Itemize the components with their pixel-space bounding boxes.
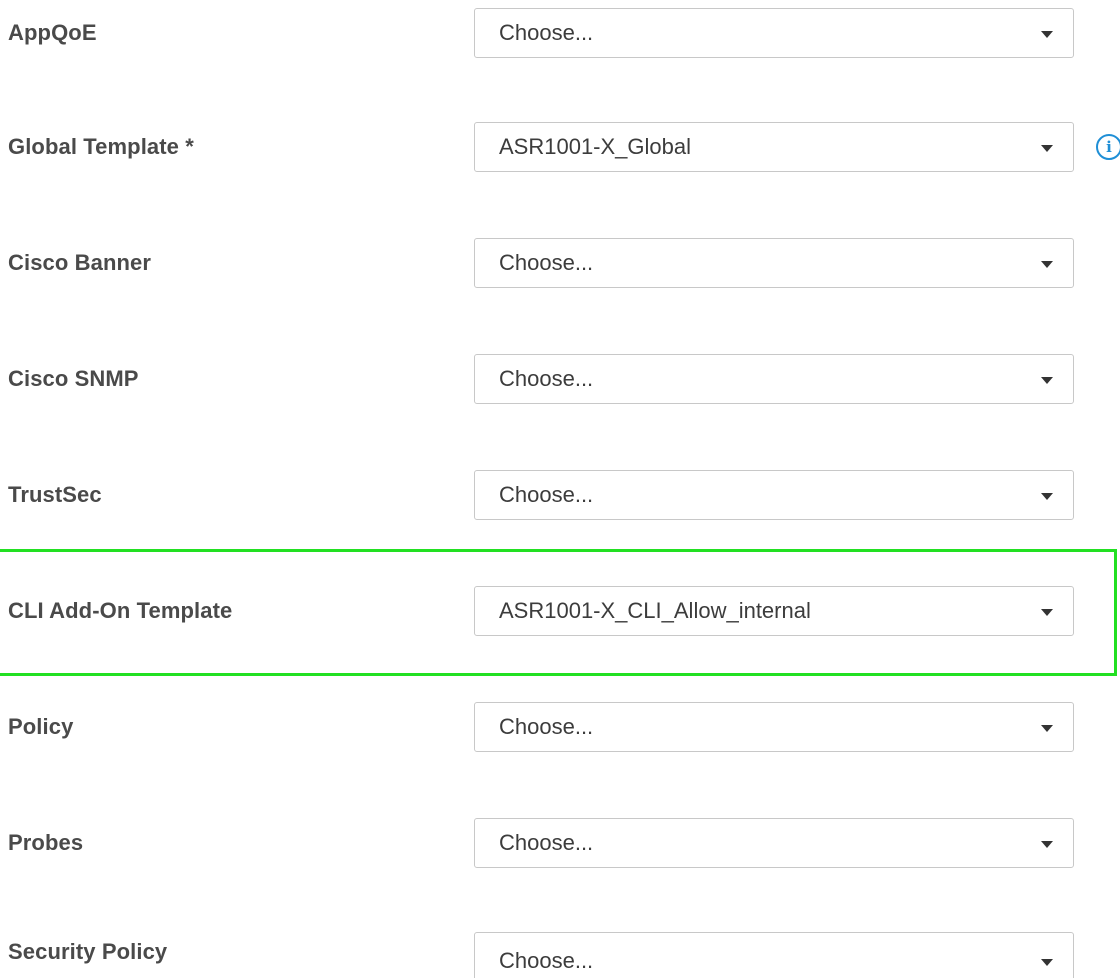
form-row-cisco-banner: Cisco Banner Choose...	[0, 238, 1120, 288]
probes-select[interactable]: Choose...	[474, 818, 1074, 868]
chevron-down-icon	[1041, 31, 1053, 38]
trustsec-select-value: Choose...	[499, 482, 594, 507]
trustsec-select[interactable]: Choose...	[474, 470, 1074, 520]
form-row-policy: Policy Choose...	[0, 702, 1120, 752]
cisco-banner-select-value: Choose...	[499, 250, 594, 275]
cisco-banner-label: Cisco Banner	[8, 250, 152, 275]
probes-label: Probes	[8, 830, 84, 855]
form-row-global-template: Global Template * ASR1001-X_Global i	[0, 122, 1120, 172]
appqoe-select[interactable]: Choose...	[474, 8, 1074, 58]
form-row-probes: Probes Choose...	[0, 818, 1120, 868]
security-policy-select-value: Choose...	[499, 948, 594, 973]
global-template-select-value: ASR1001-X_Global	[499, 134, 692, 159]
probes-select-value: Choose...	[499, 830, 594, 855]
info-icon[interactable]: i	[1096, 134, 1120, 160]
global-template-select[interactable]: ASR1001-X_Global	[474, 122, 1074, 172]
chevron-down-icon	[1041, 725, 1053, 732]
cli-add-on-template-select[interactable]: ASR1001-X_CLI_Allow_internal	[474, 586, 1074, 636]
cisco-snmp-select-value: Choose...	[499, 366, 594, 391]
form-row-security-policy: Security Policy Choose...	[0, 932, 1120, 978]
cisco-snmp-select[interactable]: Choose...	[474, 354, 1074, 404]
policy-select-value: Choose...	[499, 714, 594, 739]
policy-select[interactable]: Choose...	[474, 702, 1074, 752]
security-policy-select[interactable]: Choose...	[474, 932, 1074, 978]
form-row-cisco-snmp: Cisco SNMP Choose...	[0, 354, 1120, 404]
form-row-cli-add-on-template: CLI Add-On Template ASR1001-X_CLI_Allow_…	[0, 586, 1120, 636]
chevron-down-icon	[1041, 261, 1053, 268]
chevron-down-icon	[1041, 493, 1053, 500]
global-template-label: Global Template *	[8, 134, 194, 159]
cli-add-on-template-label: CLI Add-On Template	[8, 598, 233, 623]
chevron-down-icon	[1041, 145, 1053, 152]
chevron-down-icon	[1041, 959, 1053, 966]
trustsec-label: TrustSec	[8, 482, 102, 507]
chevron-down-icon	[1041, 377, 1053, 384]
security-policy-label: Security Policy	[8, 939, 168, 964]
appqoe-label: AppQoE	[8, 20, 97, 45]
chevron-down-icon	[1041, 841, 1053, 848]
appqoe-select-value: Choose...	[499, 20, 594, 45]
policy-label: Policy	[8, 714, 74, 739]
form-row-appqoe: AppQoE Choose...	[0, 8, 1120, 58]
cisco-snmp-label: Cisco SNMP	[8, 366, 139, 391]
cisco-banner-select[interactable]: Choose...	[474, 238, 1074, 288]
chevron-down-icon	[1041, 609, 1053, 616]
form-row-trustsec: TrustSec Choose...	[0, 470, 1120, 520]
cli-add-on-template-select-value: ASR1001-X_CLI_Allow_internal	[499, 598, 811, 623]
